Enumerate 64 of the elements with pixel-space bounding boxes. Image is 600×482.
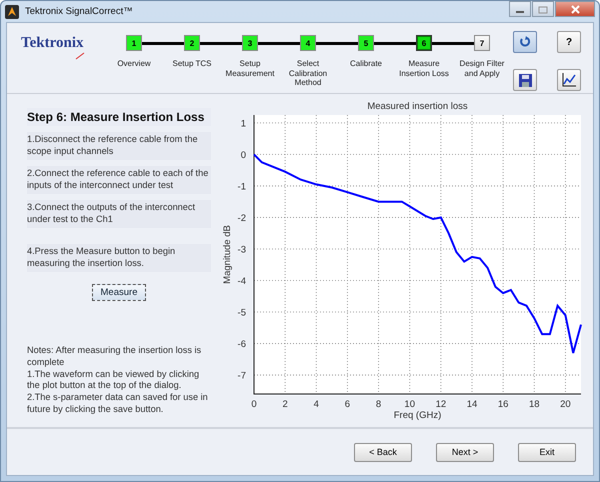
maximize-icon [538, 6, 548, 14]
x-tick-label: 6 [344, 399, 350, 410]
step-label: Calibrate [348, 59, 383, 69]
step-button[interactable]: 4 [300, 35, 316, 51]
x-tick-label: 8 [376, 399, 382, 410]
chart-title: Measured insertion loss [367, 101, 468, 112]
instruction-text: 3.Connect the outputs of the interconnect under test to the Ch1 [27, 200, 211, 228]
x-axis-label: Freq (GHz) [394, 410, 442, 421]
step-button[interactable]: 6 [416, 35, 432, 51]
x-tick-label: 18 [529, 399, 540, 410]
refresh-button[interactable] [513, 31, 537, 53]
save-icon [518, 74, 532, 86]
window-title: Tektronix SignalCorrect™ [25, 6, 133, 17]
note-text: 1.The waveform can be viewed by clicking the plot button at the top of the dialog. [27, 368, 200, 392]
refresh-icon [519, 36, 531, 48]
exit-button[interactable]: Exit [518, 442, 576, 462]
close-icon [570, 4, 580, 14]
app-icon [5, 4, 19, 18]
next-button[interactable]: Next > [436, 442, 494, 462]
x-tick-label: 16 [498, 399, 508, 410]
y-tick-label: -2 [238, 212, 246, 224]
plot-button[interactable] [557, 69, 581, 91]
help-button[interactable]: ? [557, 31, 581, 53]
minimize-button[interactable] [509, 1, 531, 17]
x-tick-label: 0 [251, 399, 257, 410]
step-title: Step 6: Measure Insertion Loss [27, 108, 211, 126]
y-tick-label: 0 [240, 150, 246, 161]
y-tick-label: 1 [240, 118, 246, 130]
step-button[interactable]: 7 [474, 35, 490, 51]
step-label: Setup TCS [172, 59, 212, 69]
step-button[interactable]: 5 [358, 35, 374, 51]
logo-text: Tektronix [21, 35, 84, 51]
instruction-text: 1.Disconnect the reference cable from the scope input channels [27, 132, 211, 160]
x-tick-label: 14 [466, 399, 478, 410]
step-button[interactable]: 2 [184, 35, 200, 51]
x-tick-label: 12 [436, 399, 446, 410]
step-button[interactable]: 3 [242, 35, 258, 51]
y-tick-label: -7 [238, 370, 246, 382]
x-tick-label: 10 [404, 399, 415, 410]
note-text: Notes: After measuring the insertion loss is complete [27, 344, 202, 369]
plot-icon [562, 73, 576, 87]
y-tick-label: -6 [238, 339, 246, 350]
save-button[interactable] [513, 69, 537, 91]
y-tick-label: -1 [238, 181, 246, 192]
back-button[interactable]: < Back [354, 442, 412, 462]
step-button[interactable]: 1 [126, 35, 142, 51]
y-tick-label: -4 [238, 276, 246, 287]
x-tick-label: 20 [560, 399, 571, 410]
y-tick-label: -5 [238, 308, 246, 319]
note-text: 2.The s-parameter data can saved for use in future by clicking the save button. [27, 392, 209, 416]
instruction-text: 4.Press the Measure button to begin measuring the insertion loss. [27, 244, 211, 272]
y-tick-label: -3 [238, 244, 246, 256]
x-tick-label: 4 [314, 399, 319, 410]
slash-icon [75, 52, 85, 60]
close-button[interactable] [555, 1, 595, 17]
measure-button[interactable]: Measure [92, 284, 146, 301]
step-label: Setup Measurement [224, 59, 276, 78]
instruction-text: 2.Connect the reference cable to each of the inputs of the interconnect under test [27, 166, 211, 194]
step-label: Design Filter and Apply [458, 59, 506, 78]
x-tick-label: 2 [282, 399, 288, 410]
step-label: Overview [116, 59, 152, 69]
step-label: Measure Insertion Loss [398, 59, 450, 78]
y-axis-label: Magnitude dB [222, 225, 233, 284]
step-label: Select Calibration Method [288, 59, 328, 88]
